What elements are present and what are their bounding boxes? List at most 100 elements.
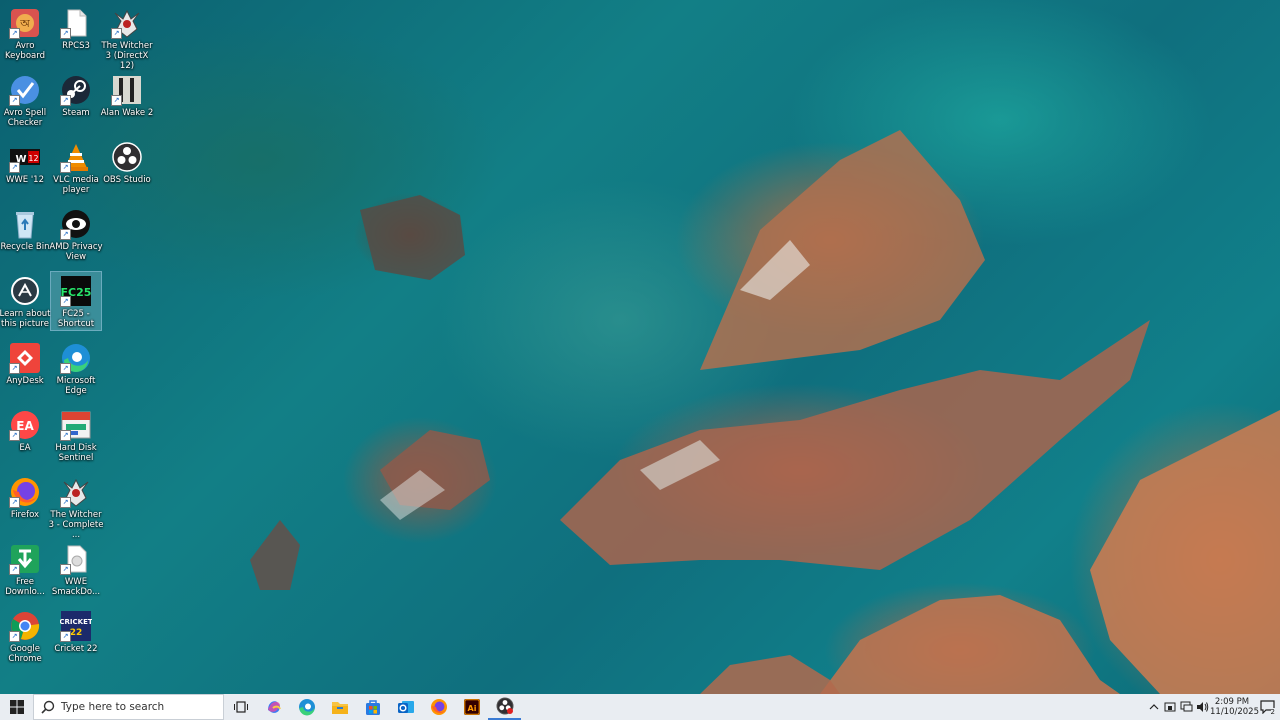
steam-icon: ↗: [60, 74, 92, 106]
desktop-icon-witcher3-dx12[interactable]: ↗ The Witcher 3 (DirectX 12): [101, 4, 153, 71]
icon-label: OBS Studio: [103, 175, 151, 185]
task-view-icon: [233, 701, 248, 713]
desktop-icon-alan-wake-2[interactable]: ↗ Alan Wake 2: [100, 71, 154, 137]
desktop-icon-microsoft-edge[interactable]: ↗ Microsoft Edge: [51, 339, 101, 405]
notification-center-button[interactable]: 2: [1254, 694, 1280, 720]
clock-date: 11/10/2025: [1210, 707, 1259, 717]
cricket-icon: CRICKET 22 ↗: [60, 610, 92, 642]
firefox-icon: ↗: [9, 476, 41, 508]
desktop-icon-wwe-smackdown[interactable]: ↗ WWE SmackDo...: [51, 540, 101, 606]
desktop-icon-rpcs3[interactable]: ↗ RPCS3: [51, 4, 101, 70]
icon-label: AnyDesk: [6, 376, 44, 386]
tray-app-icon: [1164, 702, 1176, 712]
icon-label: Learn about this picture: [0, 309, 51, 329]
desktop-icon-firefox[interactable]: ↗ Firefox: [0, 473, 50, 539]
desktop-wallpaper: [0, 0, 1280, 694]
tray-overflow-chevron[interactable]: [1146, 694, 1162, 720]
store-icon: [365, 700, 380, 715]
desktop-icon-free-download-manager[interactable]: ↗ Free Downlo...: [0, 540, 50, 606]
taskbar-microsoft-store[interactable]: [356, 694, 389, 720]
recycle-bin-icon: [9, 208, 41, 240]
fc25-icon: FC25 ↗: [60, 275, 92, 307]
wwe-smackdown-icon: ↗: [60, 543, 92, 575]
obs-icon: [496, 697, 513, 715]
desktop-icon-vlc[interactable]: ↗ VLC media player: [51, 138, 101, 204]
desktop-icon-wwe12[interactable]: W 12 ↗ WWE '12: [0, 138, 50, 204]
witcher-icon: ↗: [60, 476, 92, 508]
avro-spell-icon: ↗: [9, 74, 41, 106]
icon-label: Firefox: [10, 510, 40, 520]
icon-label: WWE '12: [5, 175, 45, 185]
alan-wake-icon: ↗: [111, 74, 143, 106]
taskbar-illustrator[interactable]: Ai: [455, 694, 488, 720]
icon-label: EA: [19, 443, 31, 453]
task-view-button[interactable]: [224, 694, 257, 720]
wallpaper-rocks: [250, 130, 1280, 694]
taskbar-firefox[interactable]: [422, 694, 455, 720]
icon-label: FC25 - Shortcut: [57, 309, 95, 329]
icon-label: VLC media player: [53, 175, 99, 195]
taskbar-search-box[interactable]: Type here to search: [33, 694, 224, 720]
desktop-icon-anydesk[interactable]: ↗ AnyDesk: [0, 339, 50, 405]
search-placeholder: Type here to search: [61, 701, 165, 713]
svg-text:অ: অ: [19, 17, 30, 30]
taskbar-file-explorer[interactable]: [323, 694, 356, 720]
desktop-icon-hard-disk-sentinel[interactable]: ↗ Hard Disk Sentinel: [51, 406, 101, 472]
svg-text:12: 12: [28, 154, 38, 163]
anydesk-icon: ↗: [9, 342, 41, 374]
search-icon: [41, 700, 55, 714]
witcher-icon: ↗: [111, 7, 143, 39]
desktop-icon-obs-studio[interactable]: OBS Studio: [102, 138, 152, 204]
desktop-icon-avro-keyboard[interactable]: অ ↗ Avro Keyboard: [0, 4, 50, 70]
tray-network[interactable]: [1178, 694, 1194, 720]
desktop-icon-steam[interactable]: ↗ Steam: [51, 71, 101, 137]
start-button[interactable]: [0, 694, 33, 720]
system-tray: 2:09 PM 11/10/2025 2: [1146, 694, 1280, 720]
svg-text:22: 22: [70, 628, 83, 638]
icon-label: The Witcher 3 (DirectX 12): [101, 41, 153, 71]
taskbar: Type here to search Ai 2:09 PM 11/10/202…: [0, 694, 1280, 720]
taskbar-edge[interactable]: [290, 694, 323, 720]
chrome-icon: ↗: [9, 610, 41, 642]
taskbar-clock[interactable]: 2:09 PM 11/10/2025: [1210, 697, 1259, 717]
network-icon: [1180, 701, 1192, 712]
edge-icon: ↗: [60, 342, 92, 374]
obs-icon: [111, 141, 143, 173]
svg-text:CRICKET: CRICKET: [60, 618, 92, 626]
taskbar-outlook[interactable]: [389, 694, 422, 720]
volume-icon: [1196, 702, 1208, 712]
firefox-icon: [430, 699, 447, 715]
file-icon: ↗: [60, 7, 92, 39]
wwe12-icon: W 12 ↗: [9, 141, 41, 173]
tray-security[interactable]: [1162, 694, 1178, 720]
notification-count-badge: 2: [1270, 708, 1275, 716]
file-explorer-icon: [331, 702, 348, 714]
icon-label: Avro Spell Checker: [3, 108, 47, 128]
outlook-icon: [397, 701, 414, 713]
icon-label: Avro Keyboard: [5, 41, 45, 61]
icon-label: Google Chrome: [8, 644, 42, 664]
fdm-icon: ↗: [9, 543, 41, 575]
tray-volume[interactable]: [1194, 694, 1210, 720]
icon-label: Cricket 22: [54, 644, 98, 654]
desktop-icon-witcher3-complete[interactable]: ↗ The Witcher 3 - Complete ...: [48, 473, 104, 540]
desktop-icon-fc25-shortcut[interactable]: FC25 ↗ FC25 - Shortcut: [50, 271, 102, 331]
desktop-icon-google-chrome[interactable]: ↗ Google Chrome: [0, 607, 50, 673]
taskbar-obs[interactable]: [488, 694, 521, 720]
desktop-icon-recycle-bin[interactable]: Recycle Bin: [0, 205, 50, 271]
icon-label: Alan Wake 2: [100, 108, 154, 118]
desktop-icon-ea[interactable]: EA ↗ EA: [0, 406, 50, 472]
desktop-icon-learn-about-picture[interactable]: Learn about this picture: [0, 272, 50, 338]
icon-label: Recycle Bin: [0, 242, 50, 252]
svg-text:Ai: Ai: [467, 704, 476, 713]
desktop-icon-avro-spell-checker[interactable]: ↗ Avro Spell Checker: [0, 71, 50, 137]
icon-label: The Witcher 3 - Complete ...: [48, 510, 104, 540]
copilot-icon: [267, 701, 281, 713]
icon-label: Microsoft Edge: [56, 376, 96, 396]
desktop-icon-cricket-22[interactable]: CRICKET 22 ↗ Cricket 22: [51, 607, 101, 673]
taskbar-copilot[interactable]: [257, 694, 290, 720]
chevron-up-icon: [1149, 704, 1159, 710]
desktop-icon-amd-privacy-view[interactable]: ↗ AMD Privacy View: [49, 205, 103, 271]
clock-time: 2:09 PM: [1214, 697, 1250, 707]
icon-label: Hard Disk Sentinel: [55, 443, 97, 463]
